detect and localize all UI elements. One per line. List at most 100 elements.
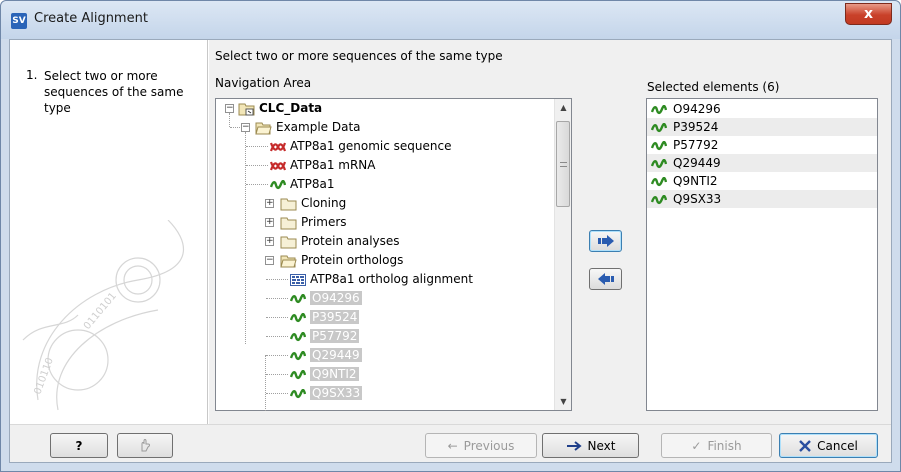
alignment-icon	[290, 273, 306, 286]
tree-item-atp8a1-mrna[interactable]: ATP8a1 mRNA	[270, 156, 376, 175]
wizard-content: Select two or more sequences of the same…	[209, 40, 891, 424]
tree-guide-line	[246, 165, 268, 166]
collapse-toggle-protein-orthologs[interactable]: −	[265, 256, 274, 265]
tree-guide-line	[230, 127, 240, 128]
protein-sequence-icon	[651, 158, 667, 168]
tree-item-ortholog[interactable]: O94296	[290, 289, 362, 308]
protein-sequence-icon	[651, 176, 667, 186]
tree-label: ATP8a1 genomic sequence	[290, 139, 452, 153]
tree-item-example-data[interactable]: Example Data	[255, 118, 361, 137]
tree-guide-line	[266, 317, 288, 318]
tree-label: CLC_Data	[259, 101, 323, 115]
tree-guide-line	[266, 374, 288, 375]
tree-item-cloning[interactable]: Cloning	[280, 194, 346, 213]
tree-guide-line	[266, 393, 288, 394]
tree-item-atp8a1-genomic[interactable]: ATP8a1 genomic sequence	[270, 137, 452, 156]
tree-item-ortholog-alignment[interactable]: ATP8a1 ortholog alignment	[290, 270, 473, 289]
list-item[interactable]: P57792	[647, 136, 877, 154]
protein-sequence-icon	[651, 140, 667, 150]
expand-toggle-cloning[interactable]: +	[265, 199, 274, 208]
navigation-tree[interactable]: − CLC_Data − Example Data ATP8a1 genomic…	[215, 98, 572, 411]
next-button[interactable]: Next	[542, 433, 639, 458]
expand-toggle-primers[interactable]: +	[265, 218, 274, 227]
list-item[interactable]: Q9NTI2	[647, 172, 877, 190]
tree-guide-line	[266, 279, 288, 280]
cancel-x-icon	[799, 439, 812, 452]
step-label: Select two or more sequences of the same…	[44, 69, 184, 115]
tree-item-ortholog[interactable]: P57792	[290, 327, 360, 346]
reset-button[interactable]	[117, 433, 173, 458]
tree-item-ortholog[interactable]: P39524	[290, 308, 360, 327]
tree-item-protein-orthologs[interactable]: Protein orthologs	[280, 251, 403, 270]
finish-label: Finish	[707, 438, 742, 453]
cancel-label: Cancel	[817, 438, 858, 453]
previous-button[interactable]: ← Previous	[425, 433, 537, 458]
selected-elements-label: Selected elements (6)	[647, 80, 780, 94]
tree-item-clc-data[interactable]: CLC_Data	[238, 99, 322, 118]
collapse-toggle-root[interactable]: −	[225, 104, 234, 113]
tree-item-ortholog[interactable]: Q29449	[290, 346, 362, 365]
list-item[interactable]: Q29449	[647, 154, 877, 172]
add-to-selected-button[interactable]	[589, 230, 622, 252]
list-item-label: P57792	[673, 138, 719, 152]
list-item-label: P39524	[673, 120, 719, 134]
tree-guide-line	[246, 184, 268, 185]
database-folder-icon	[238, 103, 255, 116]
dna-sequence-icon	[270, 161, 286, 170]
tree-guide-line	[266, 298, 288, 299]
arrow-right-icon	[566, 440, 582, 451]
clc-watermark-graphic: 0110101 010110	[22, 220, 185, 411]
scroll-down-arrow-icon[interactable]: ▼	[555, 393, 572, 410]
tree-guide-line	[266, 355, 288, 356]
protein-sequence-icon	[651, 122, 667, 132]
folder-icon	[280, 236, 297, 248]
vertical-scrollbar[interactable]: ▲ ▼	[554, 99, 571, 410]
selected-elements-list[interactable]: O94296 P39524 P57792 Q29449 Q9NTI2 Q9SX3…	[646, 98, 878, 411]
scroll-thumb[interactable]	[556, 121, 570, 207]
dna-sequence-icon	[270, 142, 286, 151]
list-item-label: Q29449	[673, 156, 721, 170]
tree-item-atp8a1[interactable]: ATP8a1	[270, 175, 334, 194]
protein-sequence-icon	[290, 350, 306, 360]
remove-from-selected-button[interactable]	[589, 268, 622, 290]
list-item[interactable]: O94296	[647, 100, 877, 118]
dialog-body: 1. Select two or more sequences of the s…	[9, 39, 892, 463]
list-item[interactable]: Q9SX33	[647, 190, 877, 208]
tree-label: O94296	[310, 291, 362, 305]
collapse-toggle-example-data[interactable]: −	[241, 123, 250, 132]
tree-guide-line	[229, 113, 230, 127]
protein-sequence-icon	[290, 312, 306, 322]
create-alignment-dialog: SV Create Alignment x 1. Select two or m…	[0, 0, 901, 472]
protein-sequence-icon	[270, 179, 286, 189]
dialog-footer: ? ← Previous Next ✓ Finish Cancel	[10, 424, 891, 462]
close-icon: x	[863, 6, 874, 22]
finish-button[interactable]: ✓ Finish	[661, 433, 772, 458]
list-item[interactable]: P39524	[647, 118, 877, 136]
svg-text:0110101: 0110101	[82, 291, 119, 332]
help-button[interactable]: ?	[50, 433, 108, 458]
grip-icon	[560, 162, 567, 167]
close-button[interactable]: x	[845, 3, 892, 25]
arrow-left-icon: ←	[447, 438, 458, 453]
open-folder-icon	[280, 255, 297, 267]
cancel-button[interactable]: Cancel	[779, 433, 878, 458]
tree-item-ortholog[interactable]: Q9SX33	[290, 384, 363, 403]
tree-label: ATP8a1 mRNA	[290, 158, 376, 172]
protein-sequence-icon	[651, 104, 667, 114]
tree-label: ATP8a1 ortholog alignment	[310, 272, 473, 286]
help-icon: ?	[75, 438, 83, 453]
protein-sequence-icon	[290, 369, 306, 379]
tree-label: Protein orthologs	[301, 253, 404, 267]
tree-guide-line	[265, 355, 266, 411]
tree-item-protein-analyses[interactable]: Protein analyses	[280, 232, 400, 251]
tree-label: Q9SX33	[310, 386, 363, 400]
tree-guide-line	[246, 146, 268, 147]
expand-toggle-protein-analyses[interactable]: +	[265, 237, 274, 246]
tree-item-primers[interactable]: Primers	[280, 213, 347, 232]
tree-label: Q9NTI2	[310, 367, 359, 381]
scroll-up-arrow-icon[interactable]: ▲	[555, 99, 572, 116]
checkmark-icon: ✓	[691, 438, 702, 453]
tree-item-ortholog[interactable]: Q9NTI2	[290, 365, 359, 384]
next-label: Next	[587, 438, 616, 453]
tree-guide-line	[266, 336, 288, 337]
